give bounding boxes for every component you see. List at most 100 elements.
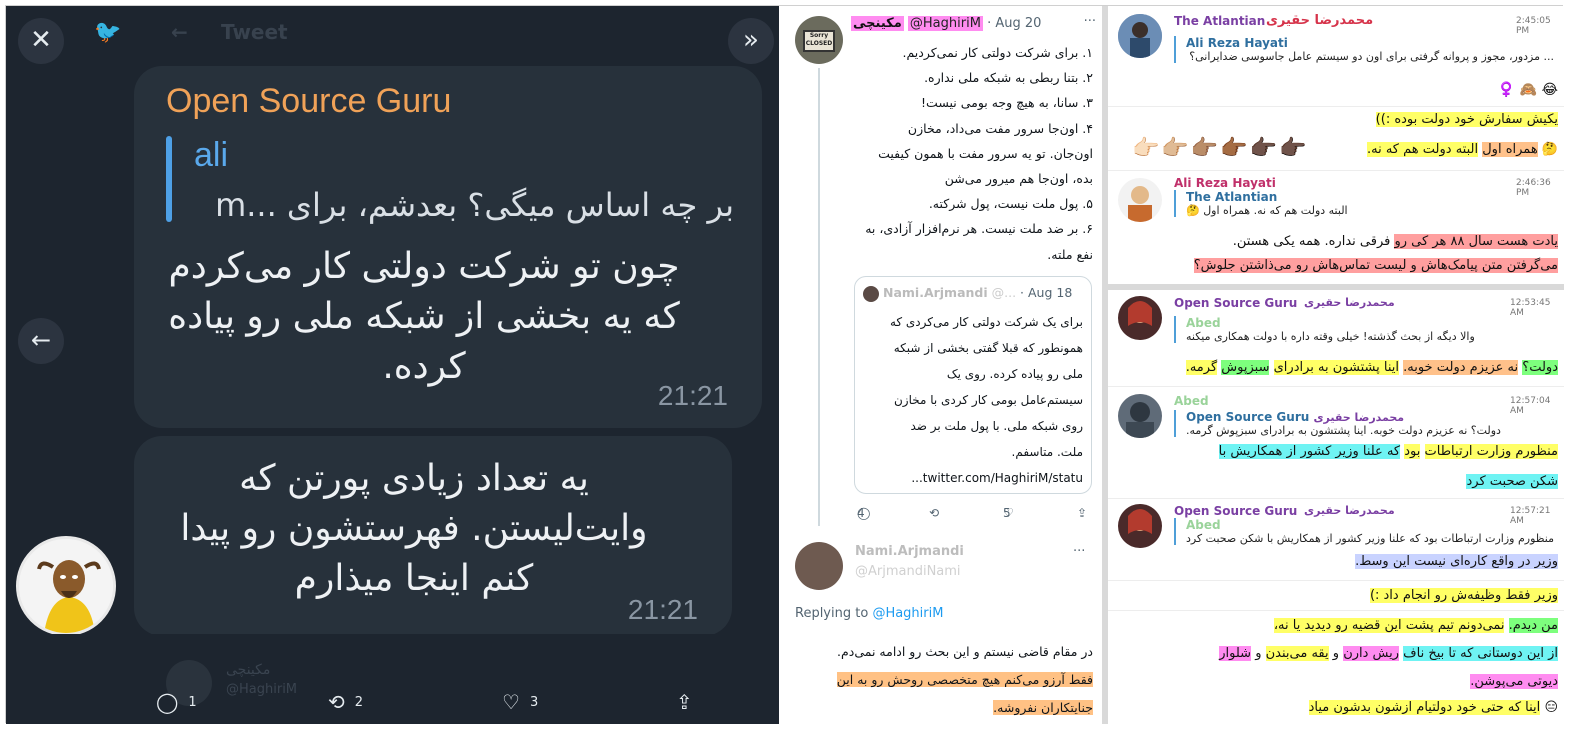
author-name: Abed [1174, 394, 1209, 408]
double-chevron-right-icon: » [743, 25, 759, 55]
arrow-left-icon: ← [30, 326, 52, 354]
message-text: و [1255, 646, 1262, 661]
quote-bar [166, 136, 172, 222]
twitter-bird-icon: 🐦 [94, 20, 122, 45]
tweet-date[interactable]: · Aug 20 [987, 16, 1041, 31]
reply-line: در مقام قاضی نیستم و این بحث رو ادامه نم… [837, 644, 1093, 659]
close-button[interactable]: ✕ [18, 18, 64, 64]
channel-name: Open Source Guru [1174, 296, 1298, 310]
reply-text: البته دولت هم که نه. همراه اول 🤔 [1186, 204, 1348, 217]
share-button[interactable]: ⇪ [676, 690, 693, 714]
thinking-emoji: 🤔 [1537, 142, 1558, 157]
tweet-line: ۲. بتنا ربطی به شبکه ملی نداره. [924, 70, 1093, 86]
message-time: 21:21 [627, 594, 698, 625]
quoted-line: روی شبکه ملی. با پول ملت بر ضد [910, 419, 1083, 433]
author-name[interactable]: مکینچی [851, 16, 904, 31]
tweet-line: اون‌جان. تو یه سرور مفت با همون کیفیت [878, 145, 1093, 161]
message-highlight: همراه اول [1482, 142, 1538, 157]
reaction-emojis: 😂 🙈 ♀️ [1497, 82, 1558, 98]
pointing-hands-emojis: 👉🏻👉🏼👉🏽👉🏾👉🏿👉🏿 [1132, 136, 1309, 161]
quoted-line: سیستم‌عامل بومی کار کردی با مخازن [893, 393, 1083, 407]
message-highlight: اینا که حتی خود دولتیام ازشون بدشون میاد [1308, 700, 1541, 715]
background-author: مکینچی [226, 662, 271, 678]
reply-author: Ali Reza Hayati [1186, 36, 1288, 50]
quoted-link[interactable]: ...twitter.com/HaghiriM/statu [863, 465, 1083, 491]
message-highlight: از این دوستانی که تا بیخ ناف [1403, 646, 1558, 661]
quoted-author-name: Nami.Arjmandi [882, 285, 988, 300]
replying-label: Replying to [795, 606, 869, 621]
author-avatar [1118, 504, 1162, 548]
message-text: یه تعداد زیادی پورتن که وایت‌لیستن. فهرس… [180, 458, 648, 599]
author-handle[interactable]: @HaghiriM [907, 16, 983, 31]
author-avatar [1118, 178, 1162, 222]
message-sender: Open Source Guru [166, 82, 452, 120]
reply-author: Open Source Guru محمدرضا حقیری [1186, 410, 1554, 424]
more-options-icon[interactable]: ··· [1084, 14, 1096, 29]
message-line: یکیش سفارش خود دولت بوده :)) [1375, 112, 1558, 127]
replying-to: Replying to @HaghiriM [795, 606, 943, 621]
more-options-icon[interactable]: ··· [1073, 544, 1085, 559]
retweet-button[interactable]: ⟲ 2 [328, 690, 363, 714]
retweet-icon: ⟲ [929, 506, 940, 520]
quoted-author: ali [194, 136, 229, 174]
share-icon: ⇪ [676, 690, 693, 714]
tweet-line: ۶. بر ضد ملت نیست. هر نرم‌افزار آزادی، ب… [865, 221, 1093, 237]
message-highlight: شلوار [1219, 646, 1252, 661]
message-highlight: ریش دارن [1343, 646, 1400, 661]
tweet-header: مکینچی @HaghiriM · Aug 20 ··· [851, 14, 1096, 36]
author-avatar[interactable]: Sorry CLOSED [795, 16, 843, 64]
message-highlight: می‌گرفتن متن پیامک‌هاش و لیست تماس‌هاش ر… [1193, 258, 1558, 273]
message-highlight: اینا پشتشون به برادرای [1273, 360, 1399, 375]
reply-author-name: محمدرضا حقیری [1313, 411, 1405, 424]
message-time: 12:53:45 AM [1510, 298, 1551, 318]
reply-text: دولت؟ نه عزیزم دولت خوبه. اینا پشتشون به… [1186, 424, 1501, 437]
channel-name: The Atlantian [1174, 14, 1266, 28]
message-highlight: وزیر فقط وظیفه‌ش رو انجام داد :) [1369, 588, 1558, 603]
background-title: Tweet [221, 20, 288, 44]
reply-count: 4 [857, 506, 865, 520]
close-icon: ✕ [30, 25, 52, 55]
quoted-avatar [863, 285, 879, 302]
replying-to-link[interactable]: @HaghiriM [872, 606, 943, 621]
gnu-avatar [16, 536, 116, 636]
quoted-tweet-text: برای یک شرکت دولتی کار می‌کردی که همونطو… [863, 309, 1083, 491]
telegram-message-bubble: Open Source Guru ali بر چه اساس میگی؟ بع… [134, 66, 762, 428]
neutral-face-emoji: 😑 [1544, 700, 1558, 715]
quoted-date: · Aug 18 [1020, 285, 1073, 300]
quoted-line: ملی رو پیاده کرده. روی یک [946, 367, 1083, 381]
screenshot-collage: 🐦 ← Tweet ✕ » ← Open Source Guru ali بر … [5, 5, 1564, 724]
telegram-message-bubble: یه تعداد زیادی پورتن که وایت‌لیستن. فهرس… [134, 436, 732, 636]
quoted-tweet[interactable]: Nami.Arjmandi @... · Aug 18 برای یک شرکت… [854, 276, 1092, 494]
tweet-line: ۱. برای شرکت دولتی کار نمی‌کردیم. [902, 45, 1094, 60]
author-avatar [1118, 296, 1162, 340]
reply-author-handle[interactable]: @ArjmandiNami [855, 564, 961, 579]
reply-button[interactable]: ◯ 1 [156, 690, 197, 714]
retweet-icon: ⟲ [328, 690, 345, 714]
message-highlight: شکن صحبت کرد [1466, 474, 1558, 489]
closed-sign-graphic: Sorry CLOSED [803, 30, 835, 52]
back-arrow-icon: ← [171, 20, 188, 44]
quoted-text: بر چه اساس میگی؟ بعدشم، برای ...m [215, 186, 734, 224]
share-icon: ⇪ [1077, 506, 1088, 520]
reply-author-avatar[interactable] [795, 542, 843, 590]
heart-icon: ♡ [502, 690, 520, 714]
message-highlight: بود [1404, 444, 1421, 459]
reply-author-name[interactable]: Nami.Arjmandi [855, 544, 964, 559]
message-highlight: یادت هست سال ۸۸ هر کی رو [1394, 234, 1558, 249]
message-time: 2:45:05 PM [1516, 16, 1551, 36]
quoted-tweet-header: Nami.Arjmandi @... · Aug 18 [863, 285, 1085, 302]
like-button[interactable]: ♡ 3 [502, 690, 538, 714]
reply-line: فقط آرزو می‌کنم هیچ متخصصی روحش رو به ای… [836, 672, 1093, 687]
author-avatar [1118, 14, 1162, 58]
reply-text: ... مزدور، مجوز و پروانه گرفتی برای اون … [1189, 50, 1554, 63]
divider [1108, 386, 1564, 387]
previous-image-button[interactable]: ← [18, 318, 64, 364]
expand-button[interactable]: » [728, 18, 774, 64]
tweet-line: بده، اون‌جا هم میرور می‌شن [944, 171, 1093, 187]
divider [1108, 610, 1564, 611]
chat-screenshots: The Atlantian محمدرضا حقیری 2:45:05 PM A… [1102, 6, 1564, 724]
divider [1108, 170, 1564, 171]
message-highlight: البته دولت هم که نه. [1366, 142, 1479, 157]
tweet-actions: ◯ 4 ⟲ ♡ 5 ⇪ [851, 502, 1096, 526]
chat-panel: Open Source Guru محمدرضا حقیری 12:53:45 … [1108, 284, 1564, 724]
